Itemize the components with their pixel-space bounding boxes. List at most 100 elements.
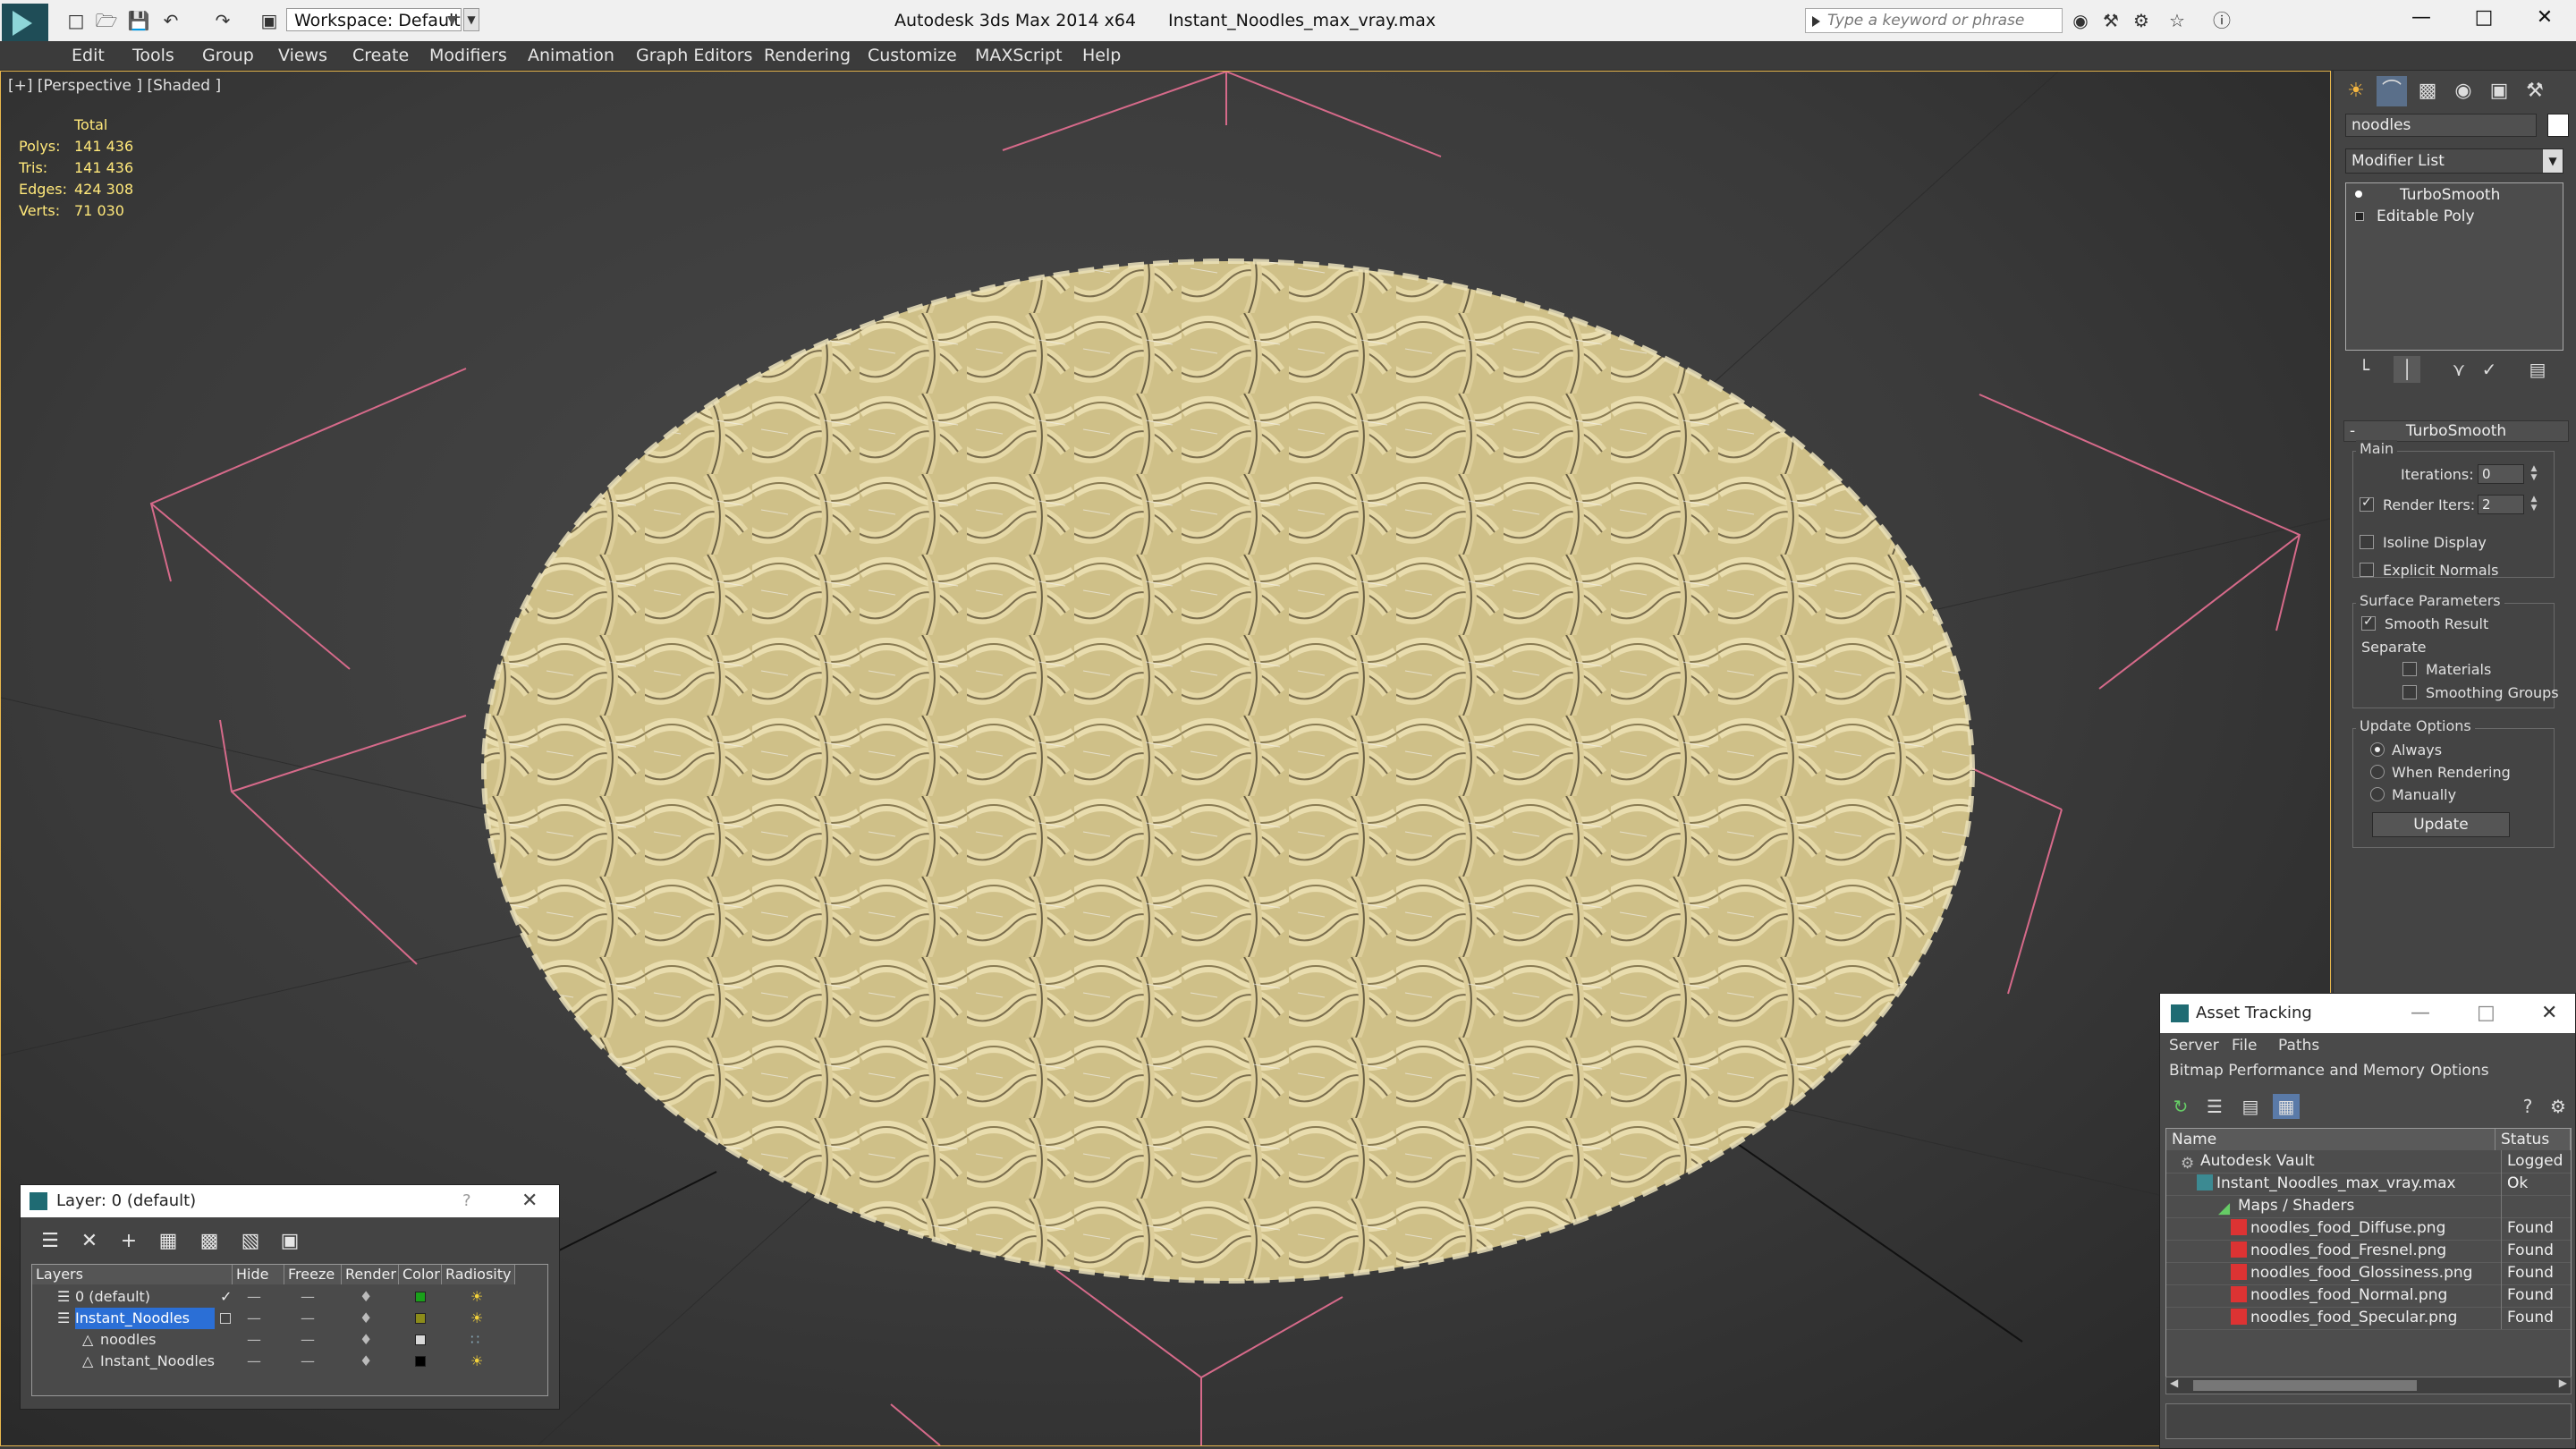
spinner-arrows-icon[interactable]: ▲ ▼ <box>2528 464 2540 484</box>
menu-options[interactable]: Options <box>2430 1058 2489 1083</box>
spinner-arrows-icon[interactable]: ▲ ▼ <box>2528 495 2540 514</box>
modify-tab-icon[interactable]: ⌒ <box>2377 76 2407 106</box>
hide-toggle[interactable]: — <box>247 1308 261 1329</box>
help-button[interactable]: ? <box>462 1185 471 1217</box>
app-menu-button[interactable] <box>2 4 48 43</box>
menu-rendering[interactable]: Rendering <box>764 41 851 70</box>
radiosity-icon[interactable]: ☀ <box>470 1286 483 1308</box>
minimize-window-button[interactable]: — <box>2390 0 2453 36</box>
col-status[interactable]: Status <box>2496 1129 2571 1150</box>
col-name[interactable]: Name <box>2166 1129 2496 1150</box>
table-view-icon[interactable]: ▦ <box>2273 1094 2300 1119</box>
menu-graph-editors[interactable]: Graph Editors <box>636 41 752 70</box>
stack-item-editable-poly[interactable]: Editable Poly <box>2348 207 2559 226</box>
menu-edit[interactable]: Edit <box>72 41 105 70</box>
smoothing-groups-checkbox[interactable] <box>2402 685 2417 699</box>
remove-modifier-icon[interactable]: ✓ <box>2476 356 2503 383</box>
menu-file[interactable]: File <box>2232 1033 2257 1058</box>
viewport-label[interactable]: [+] [Perspective ] [Shaded ] <box>8 77 221 95</box>
menu-modifiers[interactable]: Modifiers <box>429 41 507 70</box>
freeze-toggle[interactable]: — <box>301 1329 315 1351</box>
asset-row[interactable]: noodles_food_Fresnel.png Found <box>2166 1240 2571 1263</box>
detail-view-icon[interactable]: ▤ <box>2237 1094 2264 1119</box>
open-file-icon[interactable]: 🗁 <box>95 11 118 30</box>
quick-access-dropdown-button[interactable]: ▼ <box>463 8 479 31</box>
utilities-tab-icon[interactable]: ⚒ <box>2520 76 2550 106</box>
minimize-icon[interactable]: — <box>2411 994 2430 1033</box>
layer-row[interactable]: ☰ 0 (default) ✓ — — ♦ ☀ <box>32 1286 547 1308</box>
asset-path-field[interactable] <box>2165 1403 2572 1439</box>
search-input[interactable]: Type a keyword or phrase <box>1805 8 2063 33</box>
hide-toggle[interactable]: — <box>247 1286 261 1308</box>
hide-toggle[interactable]: — <box>247 1329 261 1351</box>
save-file-icon[interactable]: 💾 <box>127 11 150 30</box>
communication-center-icon[interactable]: ⚙ <box>2129 9 2154 32</box>
menu-maxscript[interactable]: MAXScript <box>975 41 1063 70</box>
freeze-toggle[interactable]: — <box>301 1308 315 1329</box>
col-freeze[interactable]: Freeze <box>284 1265 342 1284</box>
make-unique-icon[interactable]: ⋎ <box>2445 356 2472 383</box>
menu-paths[interactable]: Paths <box>2278 1033 2319 1058</box>
asset-row[interactable]: noodles_food_Diffuse.png Found <box>2166 1217 2571 1241</box>
col-color[interactable]: Color <box>399 1265 442 1284</box>
col-layers[interactable]: Layers <box>32 1265 233 1284</box>
col-render[interactable]: Render <box>342 1265 399 1284</box>
refresh-icon[interactable]: ↻ <box>2167 1094 2194 1119</box>
asset-row[interactable]: Instant_Noodles_max_vray.max Ok <box>2166 1173 2571 1196</box>
menu-views[interactable]: Views <box>278 41 327 70</box>
layer-list-icon[interactable]: ☰ <box>35 1228 65 1255</box>
scroll-left-icon[interactable]: ◀ <box>2170 1377 2178 1389</box>
horizontal-scrollbar[interactable]: ◀ ▶ <box>2165 1377 2572 1394</box>
layer-row[interactable]: ☰ Instant_Noodles — — ♦ ☀ <box>32 1308 547 1329</box>
asset-row[interactable]: noodles_food_Specular.png Found <box>2166 1307 2571 1330</box>
asset-row[interactable]: ◢ Maps / Shaders <box>2166 1195 2571 1218</box>
delete-layer-icon[interactable]: ✕ <box>74 1228 105 1255</box>
manually-radio[interactable] <box>2370 787 2385 801</box>
select-objects-icon[interactable]: ▩ <box>194 1228 225 1255</box>
show-end-result-icon[interactable]: │ <box>2394 356 2420 383</box>
render-teapot-icon[interactable]: ♦ <box>360 1308 372 1329</box>
radiosity-icon[interactable]: ☀ <box>470 1351 483 1372</box>
hide-all-icon[interactable]: ▣ <box>275 1228 305 1255</box>
object-color-swatch[interactable] <box>2547 114 2569 137</box>
col-radiosity[interactable]: Radiosity <box>442 1265 515 1284</box>
current-layer-check-icon[interactable]: ✓ <box>220 1286 232 1308</box>
materials-checkbox[interactable] <box>2402 662 2417 676</box>
maximize-window-button[interactable]: □ <box>2453 0 2515 36</box>
redo-icon[interactable]: ↷ <box>211 11 234 30</box>
menu-server[interactable]: Server <box>2169 1033 2219 1058</box>
menu-animation[interactable]: Animation <box>528 41 614 70</box>
col-hide[interactable]: Hide <box>233 1265 284 1284</box>
layer-color-swatch[interactable] <box>415 1335 426 1345</box>
current-layer-box-icon[interactable] <box>220 1313 231 1324</box>
freeze-toggle[interactable]: — <box>301 1286 315 1308</box>
menu-bitmap-performance[interactable]: Bitmap Performance and Memory <box>2169 1058 2425 1083</box>
list-view-icon[interactable]: ☰ <box>2201 1094 2228 1119</box>
iterations-spinner[interactable]: 0 <box>2478 464 2524 484</box>
highlight-layer-icon[interactable]: ▧ <box>235 1228 266 1255</box>
asset-row[interactable]: noodles_food_Normal.png Found <box>2166 1284 2571 1308</box>
object-name-field[interactable]: noodles <box>2345 114 2537 137</box>
bulb-icon[interactable] <box>2355 191 2362 198</box>
create-tab-icon[interactable]: ☀ <box>2341 76 2371 106</box>
menu-create[interactable]: Create <box>352 41 409 70</box>
always-radio[interactable] <box>2370 742 2385 757</box>
pin-stack-icon[interactable]: └ <box>2351 356 2377 383</box>
menu-customize[interactable]: Customize <box>868 41 957 70</box>
help-icon[interactable]: ? <box>2514 1094 2541 1119</box>
isoline-display-checkbox[interactable] <box>2360 535 2374 549</box>
favorites-star-icon[interactable]: ☆ <box>2165 9 2190 32</box>
render-teapot-icon[interactable]: ♦ <box>360 1329 372 1351</box>
close-icon[interactable]: ✕ <box>2541 994 2557 1033</box>
configure-modifier-sets-icon[interactable]: ▤ <box>2524 356 2551 383</box>
update-button[interactable]: Update <box>2372 812 2510 837</box>
project-folder-icon[interactable]: ▣ <box>258 11 281 30</box>
render-teapot-icon[interactable]: ♦ <box>360 1351 372 1372</box>
layer-row[interactable]: △ Instant_Noodles — — ♦ ☀ <box>32 1351 547 1372</box>
subscription-icon[interactable]: ⚒ <box>2098 9 2123 32</box>
render-iters-spinner[interactable]: 2 <box>2478 495 2524 514</box>
radiosity-icon[interactable]: ☀ <box>470 1308 483 1329</box>
menu-tools[interactable]: Tools <box>132 41 174 70</box>
settings-icon[interactable]: ⚙ <box>2545 1094 2572 1119</box>
freeze-toggle[interactable]: — <box>301 1351 315 1372</box>
